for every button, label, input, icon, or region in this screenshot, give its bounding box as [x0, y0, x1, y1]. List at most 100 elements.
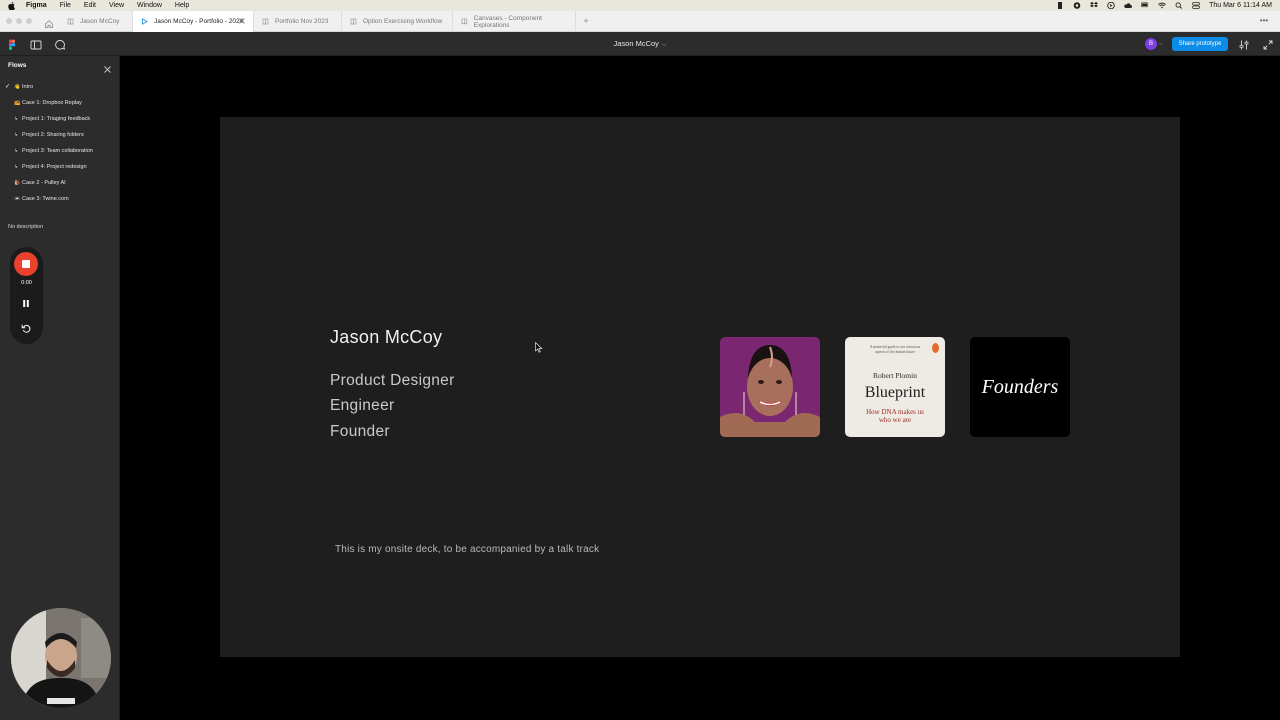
check-icon: ✓ — [5, 84, 11, 90]
tab-portfolio-2024[interactable]: Jason McCoy - Portfolio - 2024 — [133, 11, 254, 32]
menu-file[interactable]: File — [60, 0, 71, 11]
close-icon[interactable] — [103, 61, 112, 73]
document-title[interactable]: Jason McCoy ⌵ — [0, 32, 1280, 56]
prototype-play-icon — [141, 18, 148, 25]
flow-item-case-3[interactable]: 📼 Case 3: Twine.com — [14, 194, 69, 204]
flow-item-project-3[interactable]: ↳ Project 3: Team collaboration — [14, 146, 93, 156]
menu-app-name[interactable]: Figma — [26, 0, 47, 11]
new-tab-plus-icon[interactable]: + — [581, 16, 591, 26]
subflow-arrow-icon: ↳ — [14, 132, 19, 138]
portrait-image — [720, 337, 820, 437]
penguin-logo-icon — [932, 343, 939, 353]
chevron-down-icon: ⌵ — [661, 42, 667, 48]
expand-icon[interactable] — [1262, 38, 1274, 50]
intro-slide[interactable]: Jason McCoy Product Designer Engineer Fo… — [220, 117, 1180, 657]
search-icon[interactable] — [1175, 2, 1183, 9]
radio-icon: 📻 — [14, 100, 21, 106]
role-product-designer: Product Designer — [330, 372, 455, 389]
flow-label: Project 4: Project redesign — [22, 164, 87, 170]
flow-item-project-1[interactable]: ↳ Project 1: Triaging feedback — [14, 114, 90, 124]
tab-bar: Jason McCoy Jason McCoy - Portfolio - 20… — [0, 11, 1280, 32]
flow-item-case-2[interactable]: 🐌 Case 2 - Pulley AI — [14, 178, 66, 188]
subflow-arrow-icon: ↳ — [14, 148, 19, 154]
webcam-bubble[interactable] — [11, 608, 111, 708]
videotape-icon: 📼 — [14, 196, 21, 202]
battery-icon[interactable] — [1141, 2, 1149, 9]
snail-icon: 🐌 — [14, 180, 21, 186]
settings-sliders-icon[interactable] — [1238, 38, 1250, 50]
design-file-icon — [262, 18, 269, 25]
recording-controls: 0:00 — [10, 247, 43, 344]
flow-label: Case 2 - Pulley AI — [22, 180, 66, 186]
tab-jason-mccoy[interactable]: Jason McCoy — [59, 11, 133, 32]
flow-label: Project 3: Team collaboration — [22, 148, 93, 154]
flow-item-project-2[interactable]: ↳ Project 2: Sharing folders — [14, 130, 84, 140]
subflow-arrow-icon: ↳ — [14, 164, 19, 170]
close-window-button[interactable] — [6, 18, 12, 24]
stop-recording-button[interactable] — [14, 252, 38, 276]
pause-icon[interactable] — [22, 295, 30, 307]
apple-icon[interactable] — [8, 0, 18, 11]
flow-label: Case 1: Dropbox Replay — [22, 100, 82, 106]
flow-label: Project 2: Sharing folders — [22, 132, 84, 138]
tab-label: Portfolio Nov 2023 — [275, 18, 329, 25]
control-center-icon[interactable] — [1192, 2, 1200, 9]
tab-label: Jason McCoy — [80, 18, 120, 25]
tab-label: Option Exercising Workflow — [363, 18, 443, 25]
flow-label: Intro — [22, 84, 34, 90]
book-author: Robert Plomin — [873, 371, 917, 380]
presenter-name: Jason McCoy — [330, 327, 443, 347]
figma-toolbar: Jason McCoy ⌵ B ⌵ Share prototype — [0, 32, 1280, 56]
tab-label: Canvases - Component Explorations — [473, 14, 542, 29]
design-file-icon — [67, 18, 74, 25]
flow-description: No description — [8, 224, 44, 230]
recording-timer: 0:00 — [21, 280, 32, 286]
tab-label: Jason McCoy - Portfolio - 2024 — [154, 18, 244, 25]
menu-edit[interactable]: Edit — [84, 0, 96, 11]
flow-item-project-4[interactable]: ↳ Project 4: Project redesign — [14, 162, 87, 172]
wave-icon: 👋 — [14, 84, 21, 90]
document-title-text: Jason McCoy — [613, 39, 659, 48]
status-icon[interactable] — [1056, 2, 1064, 9]
menu-help[interactable]: Help — [175, 0, 189, 11]
home-icon[interactable] — [44, 16, 54, 28]
tab-option-exercising[interactable]: Option Exercising Workflow — [342, 11, 453, 32]
design-file-icon — [350, 18, 357, 25]
minimize-window-button[interactable] — [16, 18, 22, 24]
more-options-icon[interactable]: ••• — [1258, 15, 1270, 27]
restart-icon[interactable] — [21, 321, 32, 333]
book-subtitle: How DNA makes us who we are — [866, 408, 924, 424]
flow-label: Project 1: Triaging feedback — [22, 116, 91, 122]
chevron-down-icon[interactable]: ⌵ — [1159, 38, 1166, 50]
close-tab-icon[interactable] — [238, 17, 246, 25]
dropbox-icon[interactable] — [1090, 2, 1099, 9]
menu-view[interactable]: View — [109, 0, 124, 11]
share-prototype-button[interactable]: Share prototype — [1172, 37, 1228, 51]
menubar-clock[interactable]: Thu Mar 6 11:14 AM — [1209, 2, 1272, 9]
record-status-icon[interactable] — [1073, 2, 1081, 9]
menu-window[interactable]: Window — [137, 0, 162, 11]
webcam-person-image — [11, 608, 111, 708]
subflow-arrow-icon: ↳ — [14, 116, 19, 122]
book-title: Blueprint — [864, 384, 926, 401]
role-engineer: Engineer — [330, 397, 395, 414]
blueprint-book-cover: A masterful guide to our conscious aspec… — [845, 337, 945, 437]
tab-canvases[interactable]: Canvases - Component Explorations — [453, 11, 576, 32]
founders-logo: Founders — [970, 337, 1070, 437]
design-file-icon — [461, 18, 468, 25]
founders-logo-text: Founders — [981, 375, 1059, 398]
flow-label: Case 3: Twine.com — [22, 196, 69, 202]
wifi-icon[interactable] — [1158, 2, 1167, 9]
fullscreen-window-button[interactable] — [26, 18, 32, 24]
play-status-icon[interactable] — [1107, 1, 1115, 10]
role-founder: Founder — [330, 423, 390, 440]
book-blurb: A masterful guide to our conscious aspec… — [869, 345, 921, 354]
cloud-icon[interactable] — [1124, 2, 1133, 9]
avatar[interactable]: B — [1145, 38, 1157, 50]
sidebar-title: Flows — [8, 62, 27, 69]
slide-note: This is my onsite deck, to be accompanie… — [335, 544, 600, 555]
menu-bar: Figma File Edit View Window Help Thu Mar… — [0, 0, 1280, 11]
tab-portfolio-nov-2023[interactable]: Portfolio Nov 2023 — [254, 11, 342, 32]
flow-item-case-1[interactable]: 📻 Case 1: Dropbox Replay — [14, 98, 82, 108]
flow-item-intro[interactable]: 👋 Intro — [14, 82, 33, 92]
